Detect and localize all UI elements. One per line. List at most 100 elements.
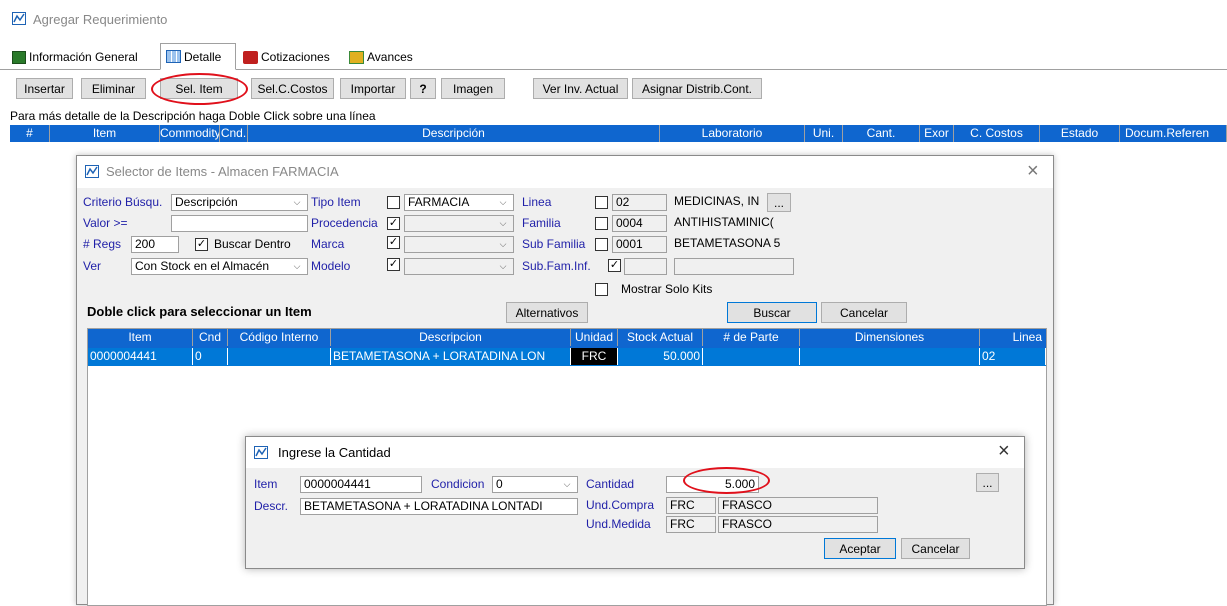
linea-checkbox[interactable] — [595, 196, 608, 209]
selector-close-icon[interactable]: × — [1027, 160, 1039, 183]
sel-col-codigo-interno[interactable]: Código Interno — [228, 329, 331, 346]
tab-informacion-general[interactable]: Información General — [8, 45, 155, 69]
tipo-item-checkbox[interactable] — [387, 196, 400, 209]
cantidad-title-bar: Ingrese la Cantidad × — [246, 437, 1024, 468]
grid-icon — [166, 50, 181, 63]
cantidad-more-button[interactable]: ... — [976, 473, 999, 492]
col-cnd[interactable]: Cnd. — [220, 125, 248, 142]
descr-input[interactable]: BETAMETASONA + LORATADINA LONTADI — [300, 498, 578, 515]
chevron-down-icon[interactable]: ⌵ — [496, 259, 510, 274]
col-c-costos[interactable]: C. Costos — [954, 125, 1040, 142]
row-item: 0000004441 — [88, 348, 193, 365]
mostrar-kits-checkbox[interactable] — [595, 283, 608, 296]
col-item[interactable]: Item — [50, 125, 160, 142]
col-docum-referen[interactable]: Docum.Referen — [1120, 125, 1227, 142]
sel-col-cnd[interactable]: Cnd — [193, 329, 228, 346]
subfamilia-label: Sub Familia — [522, 237, 586, 251]
item-label: Item — [254, 477, 278, 491]
und-medida-code: FRC — [666, 516, 716, 533]
chevron-down-icon[interactable]: ⌵ — [290, 259, 304, 274]
und-medida-label: Und.Medida — [586, 517, 651, 531]
buscar-dentro-label: Buscar Dentro — [214, 237, 291, 251]
alternativos-button[interactable]: Alternativos — [506, 302, 588, 323]
tab-detalle[interactable]: Detalle — [160, 43, 236, 70]
chevron-down-icon[interactable]: ⌵ — [496, 216, 510, 231]
cancelar-button[interactable]: Cancelar — [821, 302, 907, 323]
sel-col-item[interactable]: Item — [88, 329, 193, 346]
asignar-distrib-button[interactable]: Asignar Distrib.Cont. — [632, 78, 762, 99]
cantidad-app-icon — [254, 446, 268, 459]
valor-input[interactable] — [171, 215, 308, 232]
subfaminf-label: Sub.Fam.Inf. — [522, 259, 591, 273]
familia-code: 0004 — [612, 215, 667, 232]
col-estado[interactable]: Estado — [1040, 125, 1120, 142]
criterio-select[interactable]: Descripción — [171, 194, 308, 211]
row-codigo — [228, 348, 331, 365]
cantidad-title: Ingrese la Cantidad — [278, 445, 391, 460]
col-cant[interactable]: Cant. — [843, 125, 920, 142]
sel-col-stock[interactable]: Stock Actual — [618, 329, 703, 346]
chevron-down-icon[interactable]: ⌵ — [496, 237, 510, 252]
valor-label: Valor >= — [83, 216, 128, 230]
row-cnd: 0 — [193, 348, 228, 365]
col-commodity[interactable]: Commodity — [160, 125, 220, 142]
help-button[interactable]: ? — [410, 78, 436, 99]
chevron-down-icon[interactable]: ⌵ — [496, 195, 510, 210]
sel-col-parte[interactable]: # de Parte — [703, 329, 800, 346]
subfaminf-code — [624, 258, 667, 275]
cantidad-close-icon[interactable]: × — [998, 440, 1010, 463]
sel-col-unidad[interactable]: Unidad — [571, 329, 618, 346]
marca-checkbox[interactable]: ✓ — [387, 236, 400, 249]
selector-grid-header: Item Cnd Código Interno Descripcion Unid… — [88, 329, 1046, 348]
col-uni[interactable]: Uni. — [805, 125, 843, 142]
sel-item-button[interactable]: Sel. Item — [160, 78, 238, 99]
app-icon — [12, 12, 26, 25]
cantidad-input[interactable]: 5.000 — [666, 476, 759, 493]
regs-label: # Regs — [83, 237, 122, 251]
item-input[interactable]: 0000004441 — [300, 476, 422, 493]
buscar-button[interactable]: Buscar — [727, 302, 817, 323]
linea-more-button[interactable]: ... — [767, 193, 791, 212]
eliminar-button[interactable]: Eliminar — [81, 78, 146, 99]
tab-cotizaciones[interactable]: Cotizaciones — [240, 45, 341, 69]
modelo-checkbox[interactable]: ✓ — [387, 258, 400, 271]
row-stock: 50.000 — [618, 348, 703, 365]
cotizaciones-icon — [243, 50, 258, 64]
col-exor[interactable]: Exor — [920, 125, 954, 142]
cantidad-label: Cantidad — [586, 477, 635, 491]
familia-checkbox[interactable] — [595, 217, 608, 230]
row-parte — [703, 348, 800, 365]
aceptar-button[interactable]: Aceptar — [824, 538, 896, 559]
buscar-dentro-checkbox[interactable]: ✓ — [195, 238, 208, 251]
selector-app-icon — [85, 165, 99, 178]
insertar-button[interactable]: Insertar — [16, 78, 73, 99]
col-laboratorio[interactable]: Laboratorio — [660, 125, 805, 142]
selector-title-bar: Selector de Items - Almacen FARMACIA × — [77, 156, 1053, 188]
col-descripcion[interactable]: Descripción — [248, 125, 660, 142]
title-bar: Agregar Requerimiento — [0, 0, 1227, 40]
chevron-down-icon[interactable]: ⌵ — [560, 477, 574, 492]
col-number[interactable]: # — [10, 125, 50, 142]
cantidad-dialog: Ingrese la Cantidad × Item 0000004441 Co… — [245, 436, 1025, 569]
chevron-down-icon[interactable]: ⌵ — [290, 195, 304, 210]
tipo-item-label: Tipo Item — [311, 195, 361, 209]
regs-input[interactable]: 200 — [131, 236, 179, 253]
sel-col-descripcion[interactable]: Descripcion — [331, 329, 571, 346]
subfamilia-desc: BETAMETASONA 5 — [671, 236, 795, 253]
ver-inv-actual-button[interactable]: Ver Inv. Actual — [533, 78, 628, 99]
table-row[interactable]: 0000004441 0 BETAMETASONA + LORATADINA L… — [88, 348, 1046, 366]
subfaminf-checkbox[interactable]: ✓ — [608, 259, 621, 272]
importar-button[interactable]: Importar — [340, 78, 406, 99]
imagen-button[interactable]: Imagen — [441, 78, 505, 99]
ver-select[interactable]: Con Stock en el Almacén — [131, 258, 308, 275]
row-linea: 02 — [980, 348, 1046, 365]
linea-desc: MEDICINAS, IN — [671, 194, 761, 211]
tab-avances[interactable]: Avances — [346, 45, 431, 69]
subfaminf-desc — [674, 258, 794, 275]
subfamilia-checkbox[interactable] — [595, 238, 608, 251]
sel-costos-button[interactable]: Sel.C.Costos — [251, 78, 334, 99]
sel-col-linea[interactable]: Linea — [980, 329, 1046, 346]
sel-col-dimensiones[interactable]: Dimensiones — [800, 329, 980, 346]
cantidad-cancelar-button[interactable]: Cancelar — [901, 538, 970, 559]
procedencia-checkbox[interactable]: ✓ — [387, 217, 400, 230]
